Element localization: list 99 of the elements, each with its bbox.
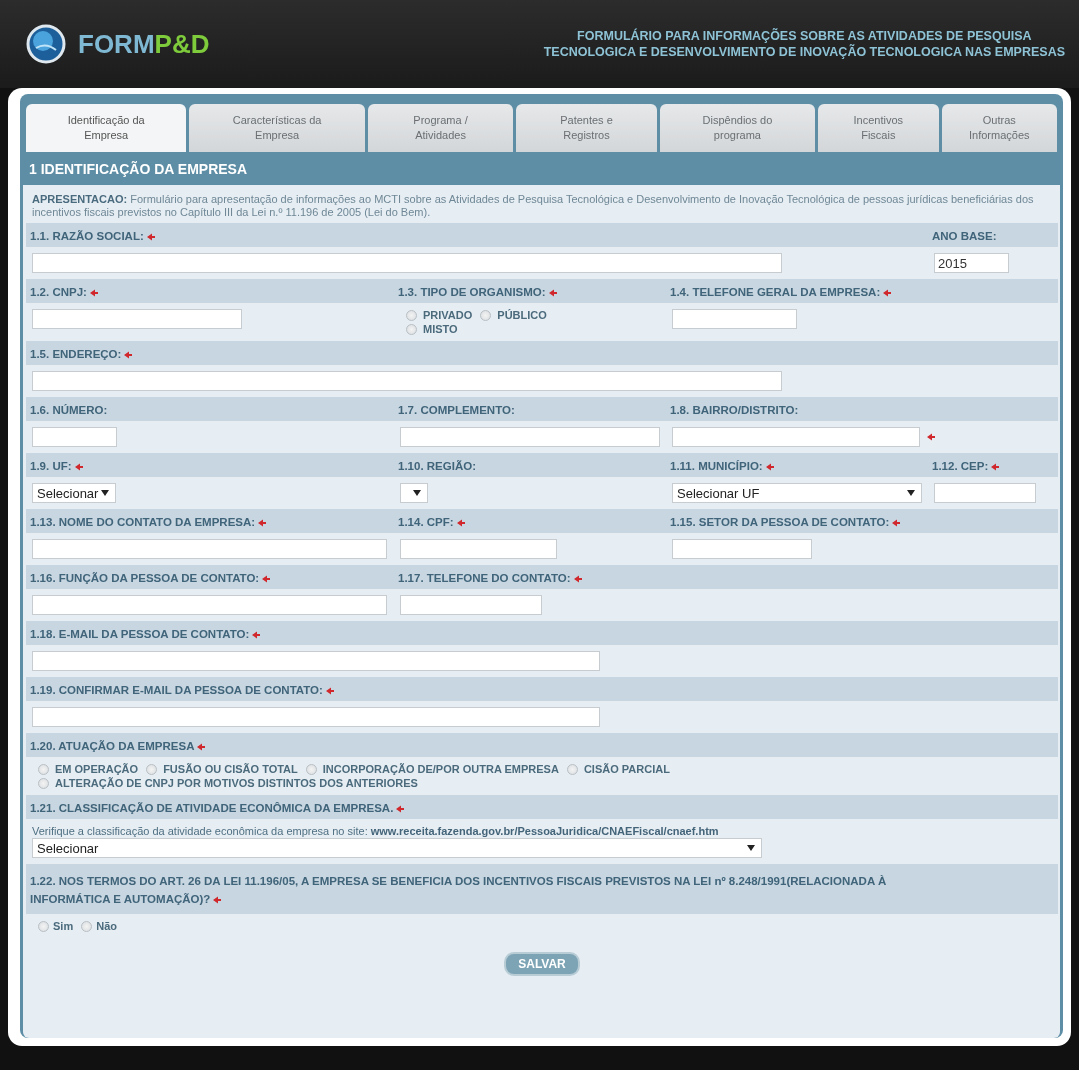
required-icon (325, 686, 334, 695)
required-icon (765, 462, 774, 471)
text-field[interactable] (400, 595, 542, 615)
required-icon (548, 288, 557, 297)
radio-label: PÚBLICO (497, 309, 547, 321)
required-icon (252, 630, 261, 639)
tab[interactable]: Programa / Atividades (367, 104, 514, 152)
required-icon (74, 462, 83, 471)
tab[interactable]: Patentes e Registros (516, 104, 657, 152)
required-icon (456, 518, 465, 527)
text-field[interactable] (32, 371, 782, 391)
field-label: 1.6. NÚMERO: (30, 404, 108, 416)
radio-button[interactable] (38, 777, 49, 789)
required-icon (262, 574, 271, 583)
text-field[interactable]: 2015 (934, 253, 1009, 273)
required-icon (991, 462, 1000, 471)
field-label: 1.12. CEP: (932, 460, 1000, 472)
page-title: TECNOLOGICA E DESENVOLVIMENTO DE INOVAÇÃO TECNOLOGICA NAS EMPRESAS (543, 44, 1065, 60)
radio-label: FUSÃO OU CISÃO TOTAL (163, 763, 298, 775)
radio-button[interactable] (566, 763, 578, 775)
radio-label: EM OPERAÇÃO (55, 763, 139, 775)
field-label: 1.16. FUNÇÃO DA PESSOA DE CONTATO: (30, 572, 271, 584)
required-icon (573, 574, 582, 583)
required-icon (146, 232, 155, 241)
field-label: 1.15. SETOR DA PESSOA DE CONTATO: (670, 516, 901, 528)
dropdown[interactable]: Selecionar (32, 838, 762, 858)
caret-icon (907, 490, 915, 496)
field-label: ANO BASE: (932, 230, 997, 242)
help-text: Verifique a classificação da atividade econômica da empresa no site: www.receita.fazenda.gov.br/PessoaJuridica/CNAEFiscal/cnaef.htm (32, 825, 720, 837)
field-label: 1.2. CNPJ: (30, 286, 98, 298)
text-field[interactable] (400, 539, 557, 559)
field-label: 1.8. BAIRRO/DISTRITO: (670, 404, 799, 416)
tab[interactable]: Outras Informações (941, 104, 1057, 152)
text-field[interactable] (672, 427, 920, 447)
text-field[interactable] (32, 651, 600, 671)
text-field[interactable] (934, 483, 1036, 503)
radio-label: PRIVADO (423, 309, 473, 321)
logo-text: FORMP&D (78, 28, 210, 60)
field-label: 1.21. CLASSIFICAÇÃO DE ATIVIDADE ECONÔMICA DA EMPRESA. (30, 802, 405, 814)
text-field[interactable] (32, 539, 387, 559)
required-icon (197, 742, 206, 751)
text-field[interactable] (672, 309, 797, 329)
field-label: 1.18. E-MAIL DA PESSOA DE CONTATO: (30, 628, 261, 640)
caret-icon (101, 490, 109, 496)
field-label: 1.19. CONFIRMAR E-MAIL DA PESSOA DE CONTATO: (30, 684, 334, 696)
field-label: 1.5. ENDEREÇO: (30, 348, 133, 360)
required-icon (892, 518, 901, 527)
radio-label: MISTO (423, 323, 458, 335)
field-label: 1.14. CPF: (398, 516, 465, 528)
tab[interactable]: Identificação da Empresa (26, 104, 187, 152)
globe-logo-icon (26, 24, 66, 64)
text-field[interactable] (32, 707, 600, 727)
caret-icon (747, 845, 755, 851)
text-field[interactable] (32, 595, 387, 615)
intro-text: APRESENTACAO: Formulário para apresentação de informações ao MCTI sobre as Atividades de Pesquisa Tecnológica e Desenvolvimento de Inovação Tecnológica de pessoas jurídicas beneficiárias dos incentivos fiscais previstos no Capítulo III da Lei n.º 11.196 de 2005 (Lei do Bem). (31, 193, 1035, 220)
radio-button[interactable] (146, 763, 158, 775)
page-title: FORMULÁRIO PARA INFORMAÇÕES SOBRE AS ATIVIDADES DE PESQUISA (577, 28, 1032, 44)
caret-icon (413, 490, 421, 496)
dropdown[interactable]: Selecionar UF (672, 483, 922, 503)
required-icon (396, 804, 405, 813)
field-label: 1.7. COMPLEMENTO: (398, 404, 515, 416)
radio-label: INCORPORAÇÃO DE/POR OUTRA EMPRESA (322, 763, 559, 775)
radio-button[interactable] (406, 309, 417, 321)
radio-button[interactable] (38, 763, 49, 775)
required-icon (89, 288, 98, 297)
required-icon (124, 350, 133, 359)
field-label: 1.9. UF: (30, 460, 83, 472)
radio-button[interactable] (305, 763, 317, 775)
field-label: 1.20. ATUAÇÃO DA EMPRESA (30, 740, 206, 752)
field-label: 1.3. TIPO DE ORGANISMO: (398, 286, 557, 298)
radio-button[interactable] (480, 309, 492, 321)
radio-label: Não (96, 920, 117, 932)
dropdown[interactable] (400, 483, 428, 503)
tab[interactable]: Incentivos Fiscais (818, 104, 939, 152)
field-label: 1.13. NOME DO CONTATO DA EMPRESA: (30, 516, 267, 528)
radio-label: CISÃO PARCIAL (583, 763, 670, 775)
save-button[interactable]: SALVAR (504, 952, 580, 976)
dropdown[interactable]: Selecionar (32, 483, 116, 503)
text-field[interactable] (32, 253, 782, 273)
radio-label: Sim (53, 920, 74, 932)
tab[interactable]: Características da Empresa (189, 104, 365, 152)
required-icon (213, 895, 222, 904)
text-field[interactable] (32, 427, 117, 447)
text-field[interactable] (672, 539, 812, 559)
field-label: 1.22. NOS TERMOS DO ART. 26 DA LEI 11.196/05, A EMPRESA SE BENEFICIA DOS INCENTIVOS FISCAIS PREVISTOS NA LEI nº 8.248/1991(RELACIONADA À INFORMÁTICA E AUTOMAÇÃO)? (30, 875, 887, 905)
field-label: 1.4. TELEFONE GERAL DA EMPRESA: (670, 286, 892, 298)
text-field[interactable] (32, 309, 242, 329)
radio-label: ALTERAÇÃO DE CNPJ POR MOTIVOS DISTINTOS DOS ANTERIORES (55, 777, 418, 789)
field-label: 1.17. TELEFONE DO CONTATO: (398, 572, 582, 584)
required-icon (258, 518, 267, 527)
radio-button[interactable] (406, 323, 417, 335)
field-label: 1.1. RAZÃO SOCIAL: (30, 230, 155, 242)
field-label: 1.11. MUNICÍPIO: (670, 460, 774, 472)
radio-button[interactable] (81, 920, 93, 932)
tab[interactable]: Dispêndios do programa (659, 104, 816, 152)
required-icon (883, 288, 892, 297)
field-label: 1.10. REGIÃO: (398, 460, 476, 472)
radio-button[interactable] (38, 920, 49, 932)
text-field[interactable] (400, 427, 660, 447)
